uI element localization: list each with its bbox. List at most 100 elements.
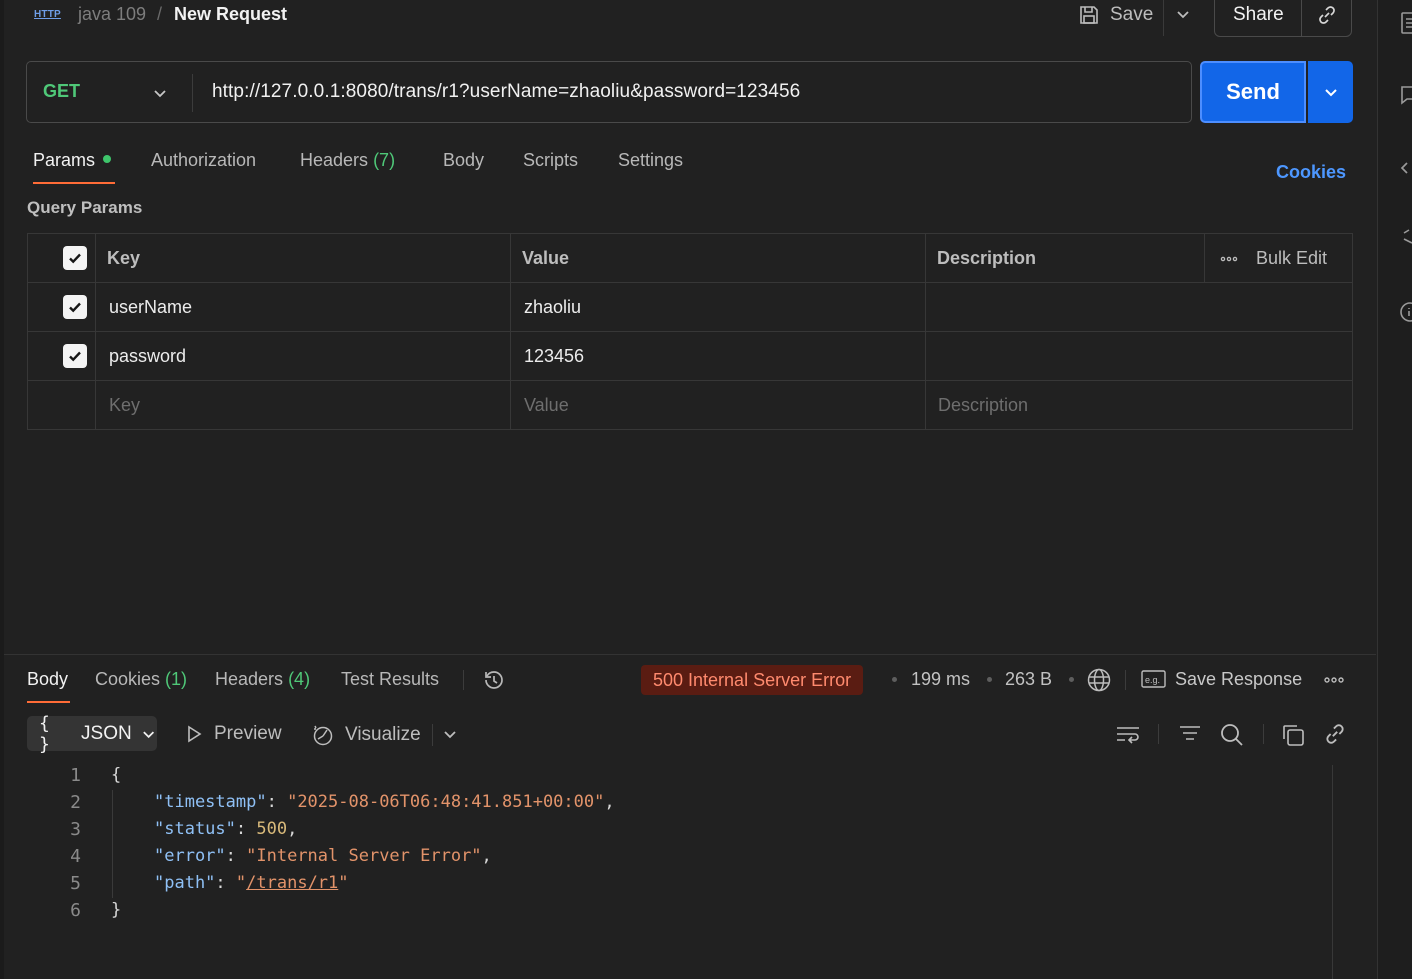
wrap-lines-icon[interactable] [1115, 722, 1141, 746]
save-split-divider [1163, 0, 1164, 36]
line-number: 6 [70, 900, 81, 921]
request-title[interactable]: New Request [174, 3, 287, 25]
tab-settings[interactable]: Settings [618, 150, 683, 171]
response-tab-body-underline [27, 701, 70, 703]
preview-button[interactable]: Preview [184, 723, 282, 745]
param-value[interactable]: 123456 [524, 346, 584, 367]
check-icon [69, 351, 81, 362]
toolbar-divider [432, 724, 433, 746]
table-header-row: Key Value Description Bulk Edit [28, 234, 1352, 283]
svg-text:e.g.: e.g. [1145, 675, 1160, 685]
method-chevron-down-icon[interactable] [151, 84, 169, 102]
url-input[interactable]: http://127.0.0.1:8080/trans/r1?userName=… [212, 81, 800, 103]
more-options-icon[interactable] [1323, 672, 1345, 688]
query-params-table: Key Value Description Bulk Edit userName… [27, 233, 1353, 430]
response-tab-headers[interactable]: Headers (4) [215, 669, 310, 690]
url-divider [192, 74, 193, 112]
line-number: 4 [70, 846, 81, 867]
response-size[interactable]: 263 B [1005, 669, 1052, 690]
new-description-input[interactable]: Description [938, 395, 1028, 416]
meta-separator-dot [987, 677, 992, 682]
visualize-chevron-down-icon[interactable] [441, 725, 459, 743]
description-column-header: Description [937, 248, 1037, 268]
row-enabled-checkbox[interactable] [63, 295, 87, 319]
globe-icon[interactable] [1086, 667, 1112, 693]
new-value-input[interactable]: Value [524, 395, 569, 416]
save-button[interactable]: Save [1078, 2, 1153, 28]
related-collections-icon[interactable] [1398, 226, 1412, 252]
tab-authorization[interactable]: Authorization [151, 150, 256, 171]
meta-separator-dot [892, 677, 897, 682]
toolbar-divider [1263, 724, 1264, 744]
documentation-icon[interactable] [1398, 10, 1412, 36]
code-line: 3 "status": 500, [27, 819, 1327, 846]
send-button[interactable]: Send [1200, 61, 1306, 123]
param-key[interactable]: userName [109, 297, 192, 318]
cookies-link[interactable]: Cookies [1276, 162, 1346, 183]
response-divider[interactable] [4, 654, 1376, 655]
table-row: password 123456 [28, 332, 1352, 381]
example-icon[interactable]: e.g. [1141, 669, 1167, 689]
http-request-icon: HTTP [34, 9, 61, 20]
response-tab-cookies[interactable]: Cookies (1) [95, 669, 187, 690]
visualize-button[interactable]: Visualize [311, 723, 421, 747]
line-number: 2 [70, 792, 81, 813]
toolbar-divider [1158, 724, 1159, 744]
meta-divider [1125, 670, 1126, 690]
code-line: 5 "path": "/trans/r1" [27, 873, 1327, 900]
code-scrollbar-track[interactable] [1332, 765, 1352, 979]
row-enabled-checkbox[interactable] [63, 344, 87, 368]
tab-params[interactable]: Params [33, 150, 112, 171]
table-row: userName zhaoliu [28, 283, 1352, 332]
json-braces-icon: { } [39, 712, 51, 755]
play-icon [188, 725, 202, 743]
visualize-icon [313, 725, 333, 746]
save-icon [1080, 6, 1098, 24]
comments-icon[interactable] [1398, 82, 1412, 108]
select-all-checkbox[interactable] [63, 246, 87, 270]
new-key-input[interactable]: Key [109, 395, 140, 416]
save-options-chevron-down-icon[interactable] [1174, 5, 1192, 23]
response-tab-body[interactable]: Body [27, 669, 68, 690]
filter-icon[interactable] [1178, 722, 1202, 746]
line-number: 3 [70, 819, 81, 840]
tab-headers[interactable]: Headers (7) [300, 150, 395, 171]
path-link[interactable]: /trans/r1 [246, 873, 338, 893]
info-icon[interactable] [1398, 299, 1412, 325]
url-bar: GET http://127.0.0.1:8080/trans/r1?userN… [26, 61, 1192, 123]
check-icon [69, 302, 81, 313]
chevron-down-icon [142, 730, 154, 738]
method-select[interactable]: GET [43, 81, 80, 102]
param-key[interactable]: password [109, 346, 186, 367]
code-icon[interactable] [1398, 155, 1412, 181]
tab-body[interactable]: Body [443, 150, 484, 171]
param-value[interactable]: zhaoliu [524, 297, 581, 318]
query-params-label: Query Params [27, 198, 143, 217]
tab-params-underline [33, 182, 115, 184]
response-time[interactable]: 199 ms [911, 669, 970, 690]
tab-scripts[interactable]: Scripts [523, 150, 578, 171]
share-link-icon[interactable] [1323, 722, 1347, 746]
left-gutter [0, 0, 4, 979]
copy-icon[interactable] [1280, 722, 1306, 748]
breadcrumb-separator: / [157, 4, 163, 24]
history-icon[interactable] [481, 667, 507, 693]
copy-link-icon[interactable] [1316, 4, 1338, 26]
share-button[interactable]: Share [1233, 4, 1284, 26]
tab-divider [463, 670, 464, 690]
response-tab-test-results[interactable]: Test Results [341, 669, 439, 690]
send-group: Send [1200, 61, 1353, 123]
format-select[interactable]: { } JSON [27, 713, 157, 755]
breadcrumb-collection[interactable]: java 109 [78, 3, 146, 25]
send-options-chevron-down-icon[interactable] [1308, 61, 1353, 123]
save-response-button[interactable]: Save Response [1175, 669, 1302, 690]
search-icon[interactable] [1219, 722, 1245, 748]
params-active-dot [103, 155, 112, 163]
key-column-header: Key [107, 248, 141, 268]
bulk-edit-button[interactable]: Bulk Edit [1220, 248, 1327, 269]
code-line: 6 } [27, 900, 1327, 927]
code-line: 2 "timestamp": "2025-08-06T06:48:41.851+… [27, 792, 1327, 819]
new-param-row: Key Value Description [28, 381, 1352, 430]
status-badge[interactable]: 500 Internal Server Error [641, 665, 864, 695]
value-column-header: Value [522, 248, 570, 268]
